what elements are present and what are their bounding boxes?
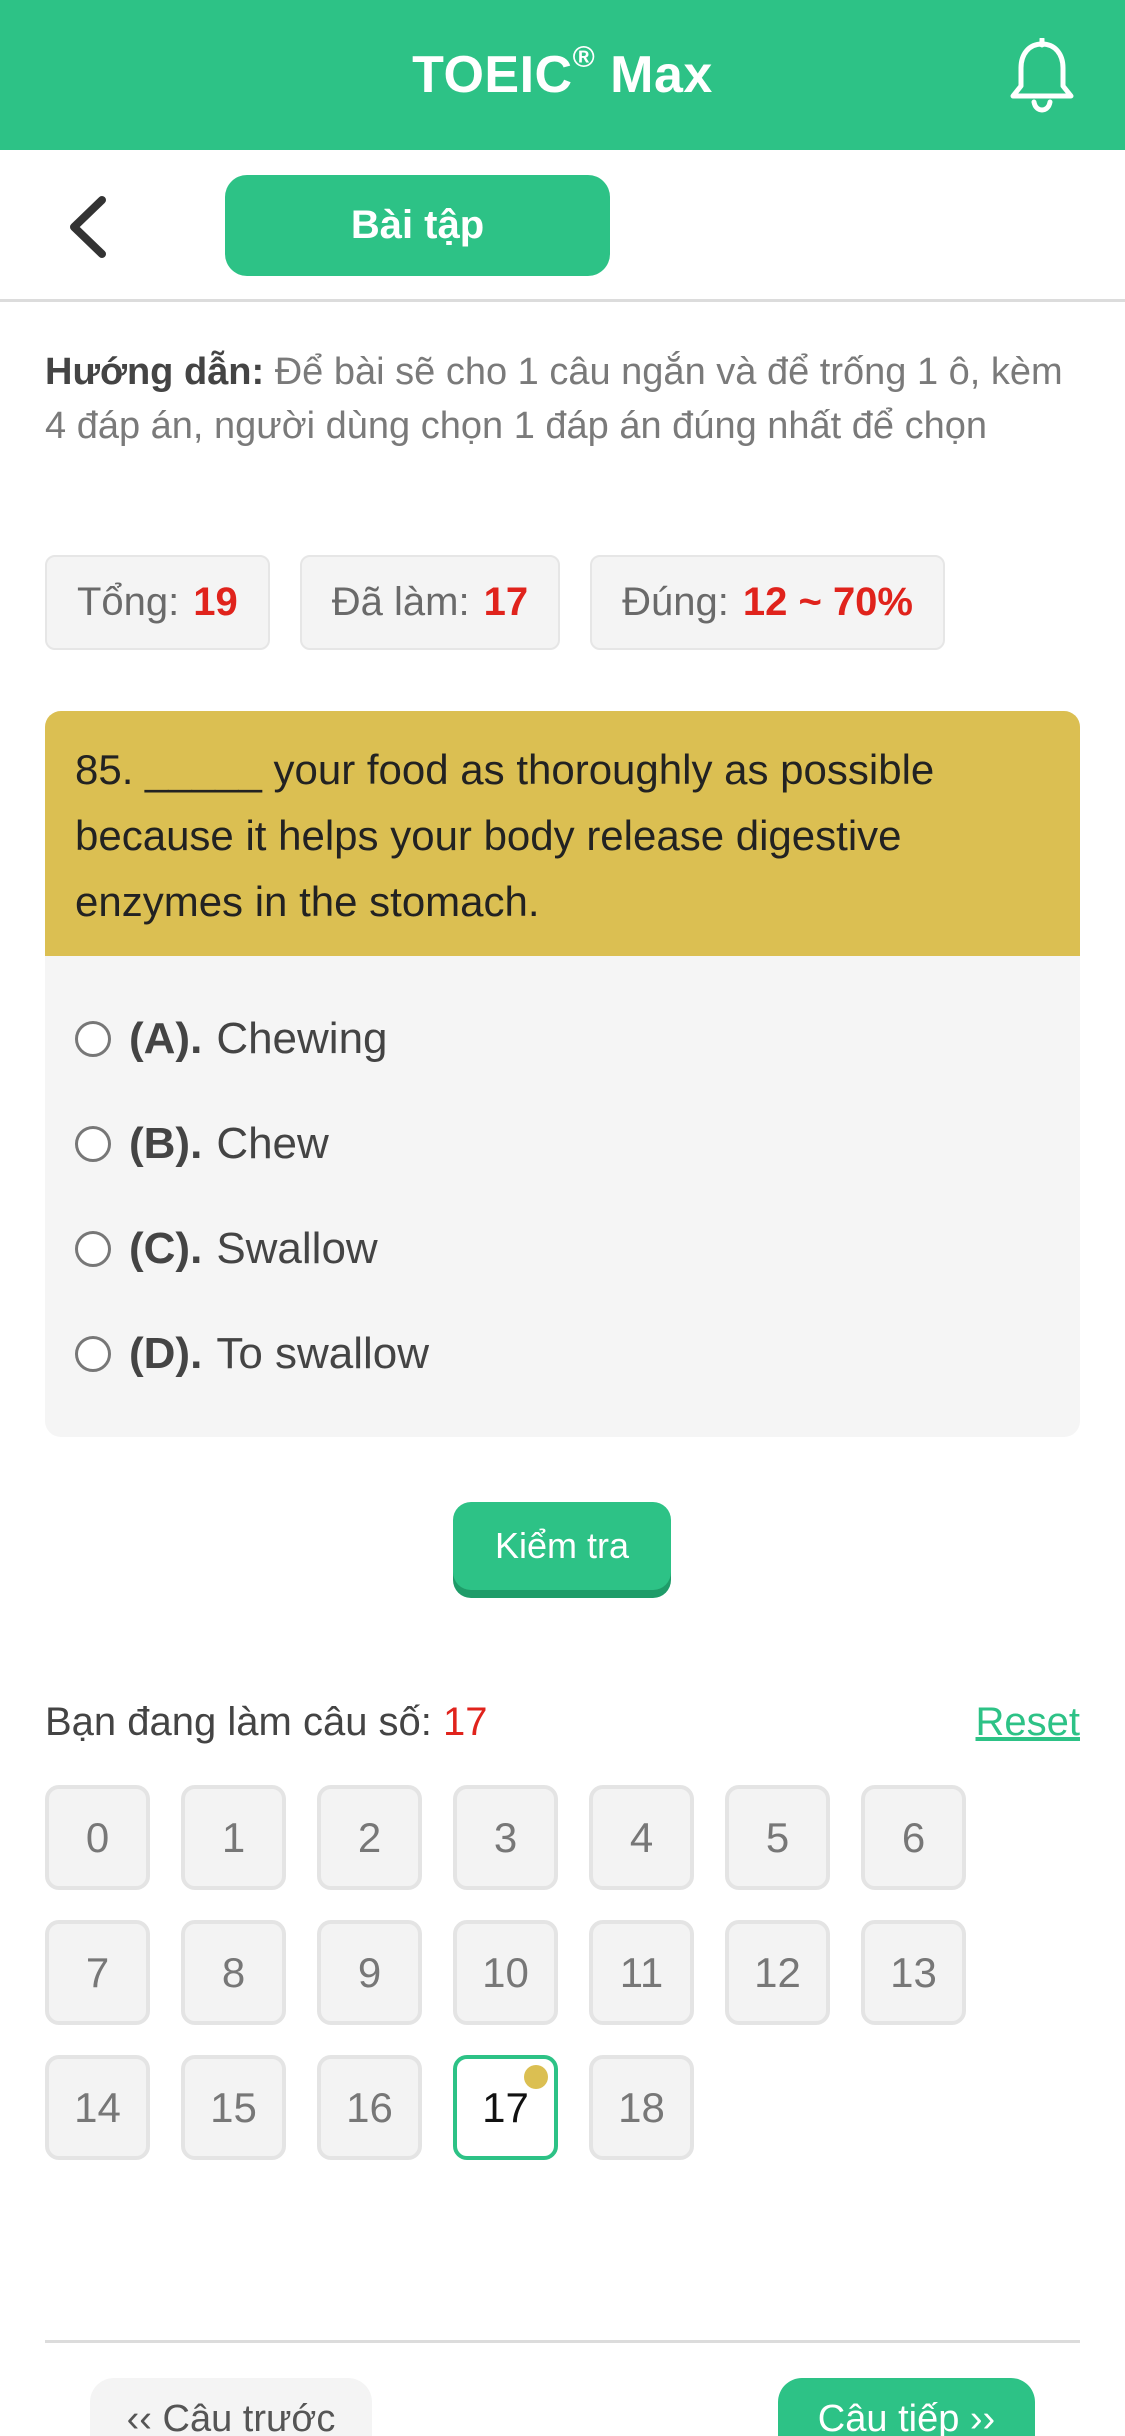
- progress-row: Bạn đang làm câu số: 17 Reset: [45, 1700, 1080, 1745]
- question-number-cell[interactable]: 0: [45, 1785, 150, 1890]
- question-number-label: 17: [482, 2083, 529, 2131]
- option-c[interactable]: (C). Swallow: [45, 1196, 1080, 1301]
- option-c-text: Swallow: [216, 1223, 378, 1273]
- question-number-cell[interactable]: 1: [181, 1785, 286, 1890]
- app-title-main: TOEIC: [412, 46, 573, 104]
- option-a-letter: (A).: [129, 1013, 203, 1063]
- instructions: Hướng dẫn: Để bài sẽ cho 1 câu ngắn và đ…: [45, 345, 1085, 453]
- question-number-label: 9: [357, 1948, 382, 1996]
- stats-row: Tổng: 19 Đã làm: 17 Đúng: 12 ~ 70%: [45, 555, 945, 650]
- option-b[interactable]: (B). Chew: [45, 1091, 1080, 1196]
- stat-done-label: Đã làm:: [331, 580, 470, 624]
- progress-status: Bạn đang làm câu số: 17: [45, 1700, 488, 1745]
- stat-correct-label: Đúng:: [622, 580, 729, 624]
- tab-exercise[interactable]: Bài tập: [225, 175, 610, 276]
- question-number-cell[interactable]: 2: [317, 1785, 422, 1890]
- question-number-label: 1: [221, 1813, 246, 1861]
- option-a-text: Chewing: [216, 1013, 388, 1063]
- question-number-cell[interactable]: 4: [589, 1785, 694, 1890]
- stat-done: Đã làm: 17: [299, 555, 561, 650]
- question-number-label: 18: [618, 2083, 665, 2131]
- question-number-cell[interactable]: 10: [453, 1920, 558, 2025]
- option-b-text: Chew: [216, 1118, 329, 1168]
- radio-a[interactable]: [75, 1020, 111, 1057]
- question-number-label: 8: [221, 1948, 246, 1996]
- app-header: TOEIC® Max: [0, 0, 1125, 150]
- question-grid: 0 1 2 3 4 5 6 7 8 9 10 11 12 13 14 15 16 17 18: [45, 1785, 1045, 2160]
- stat-total: Tổng: 19: [45, 555, 270, 650]
- question-number-label: 6: [901, 1813, 926, 1861]
- current-indicator-dot: [524, 2065, 548, 2089]
- question-number-label: 16: [346, 2083, 393, 2131]
- app-title-mark: ®: [572, 41, 596, 74]
- option-d-text: To swallow: [216, 1328, 430, 1378]
- instructions-label: Hướng dẫn:: [45, 351, 265, 393]
- question-number-label: 7: [85, 1948, 110, 1996]
- question-number-cell[interactable]: 3: [453, 1785, 558, 1890]
- option-a[interactable]: (A). Chewing: [45, 986, 1080, 1091]
- bell-icon[interactable]: [1007, 38, 1077, 114]
- question-number-cell[interactable]: 15: [181, 2055, 286, 2160]
- question-number-label: 14: [74, 2083, 121, 2131]
- question-number-cell[interactable]: 11: [589, 1920, 694, 2025]
- subheader: Bài tập: [0, 150, 1125, 302]
- question-number-label: 5: [765, 1813, 790, 1861]
- prev-question-button[interactable]: ‹‹ Câu trước: [90, 2378, 372, 2436]
- question-number-cell[interactable]: 8: [181, 1920, 286, 2025]
- question-number-cell[interactable]: 7: [45, 1920, 150, 2025]
- question-number-label: 4: [629, 1813, 654, 1861]
- option-b-letter: (B).: [129, 1118, 203, 1168]
- option-d-letter: (D).: [129, 1328, 203, 1378]
- option-d[interactable]: (D). To swallow: [45, 1301, 1080, 1406]
- question-number-cell[interactable]: 18: [589, 2055, 694, 2160]
- radio-d[interactable]: [75, 1335, 111, 1372]
- reset-link[interactable]: Reset: [976, 1700, 1081, 1745]
- app-title-suffix: Max: [595, 46, 713, 104]
- radio-b[interactable]: [75, 1125, 111, 1162]
- question-text: 85. _____ your food as thoroughly as pos…: [45, 711, 1080, 956]
- question-number-cell[interactable]: 6: [861, 1785, 966, 1890]
- question-number-cell[interactable]: 14: [45, 2055, 150, 2160]
- question-number-label: 2: [357, 1813, 382, 1861]
- question-number-label: 10: [482, 1948, 529, 1996]
- check-button[interactable]: Kiểm tra: [453, 1502, 671, 1590]
- stat-total-value: 19: [193, 580, 238, 624]
- stat-correct: Đúng: 12 ~ 70%: [590, 555, 945, 650]
- question-number-label: 12: [754, 1948, 801, 1996]
- stat-correct-value: 12 ~ 70%: [742, 580, 913, 624]
- question-number-cell[interactable]: 5: [725, 1785, 830, 1890]
- options-list: (A). Chewing (B). Chew (C). Swallow (D).…: [45, 956, 1080, 1406]
- question-number-cell[interactable]: 9: [317, 1920, 422, 2025]
- stat-done-value: 17: [483, 580, 529, 624]
- question-number-cell[interactable]: 13: [861, 1920, 966, 2025]
- question-number-label: 15: [210, 2083, 257, 2131]
- radio-c[interactable]: [75, 1230, 111, 1267]
- next-question-button[interactable]: Câu tiếp ››: [778, 2378, 1035, 2436]
- question-number-label: 3: [493, 1813, 518, 1861]
- question-number-cell[interactable]: 16: [317, 2055, 422, 2160]
- question-number-label: 13: [890, 1948, 937, 1996]
- progress-current: 17: [443, 1700, 488, 1744]
- question-number-label: 11: [619, 1948, 664, 1996]
- question-card: 85. _____ your food as thoroughly as pos…: [45, 711, 1080, 1437]
- question-number-cell[interactable]: 12: [725, 1920, 830, 2025]
- app-title: TOEIC® Max: [412, 41, 713, 105]
- question-number-cell[interactable]: 17: [453, 2055, 558, 2160]
- footer-divider: [45, 2340, 1080, 2343]
- progress-label: Bạn đang làm câu số:: [45, 1700, 432, 1744]
- stat-total-label: Tổng:: [77, 580, 180, 624]
- back-arrow-icon[interactable]: [60, 192, 120, 262]
- question-number-label: 0: [85, 1813, 110, 1861]
- option-c-letter: (C).: [129, 1223, 203, 1273]
